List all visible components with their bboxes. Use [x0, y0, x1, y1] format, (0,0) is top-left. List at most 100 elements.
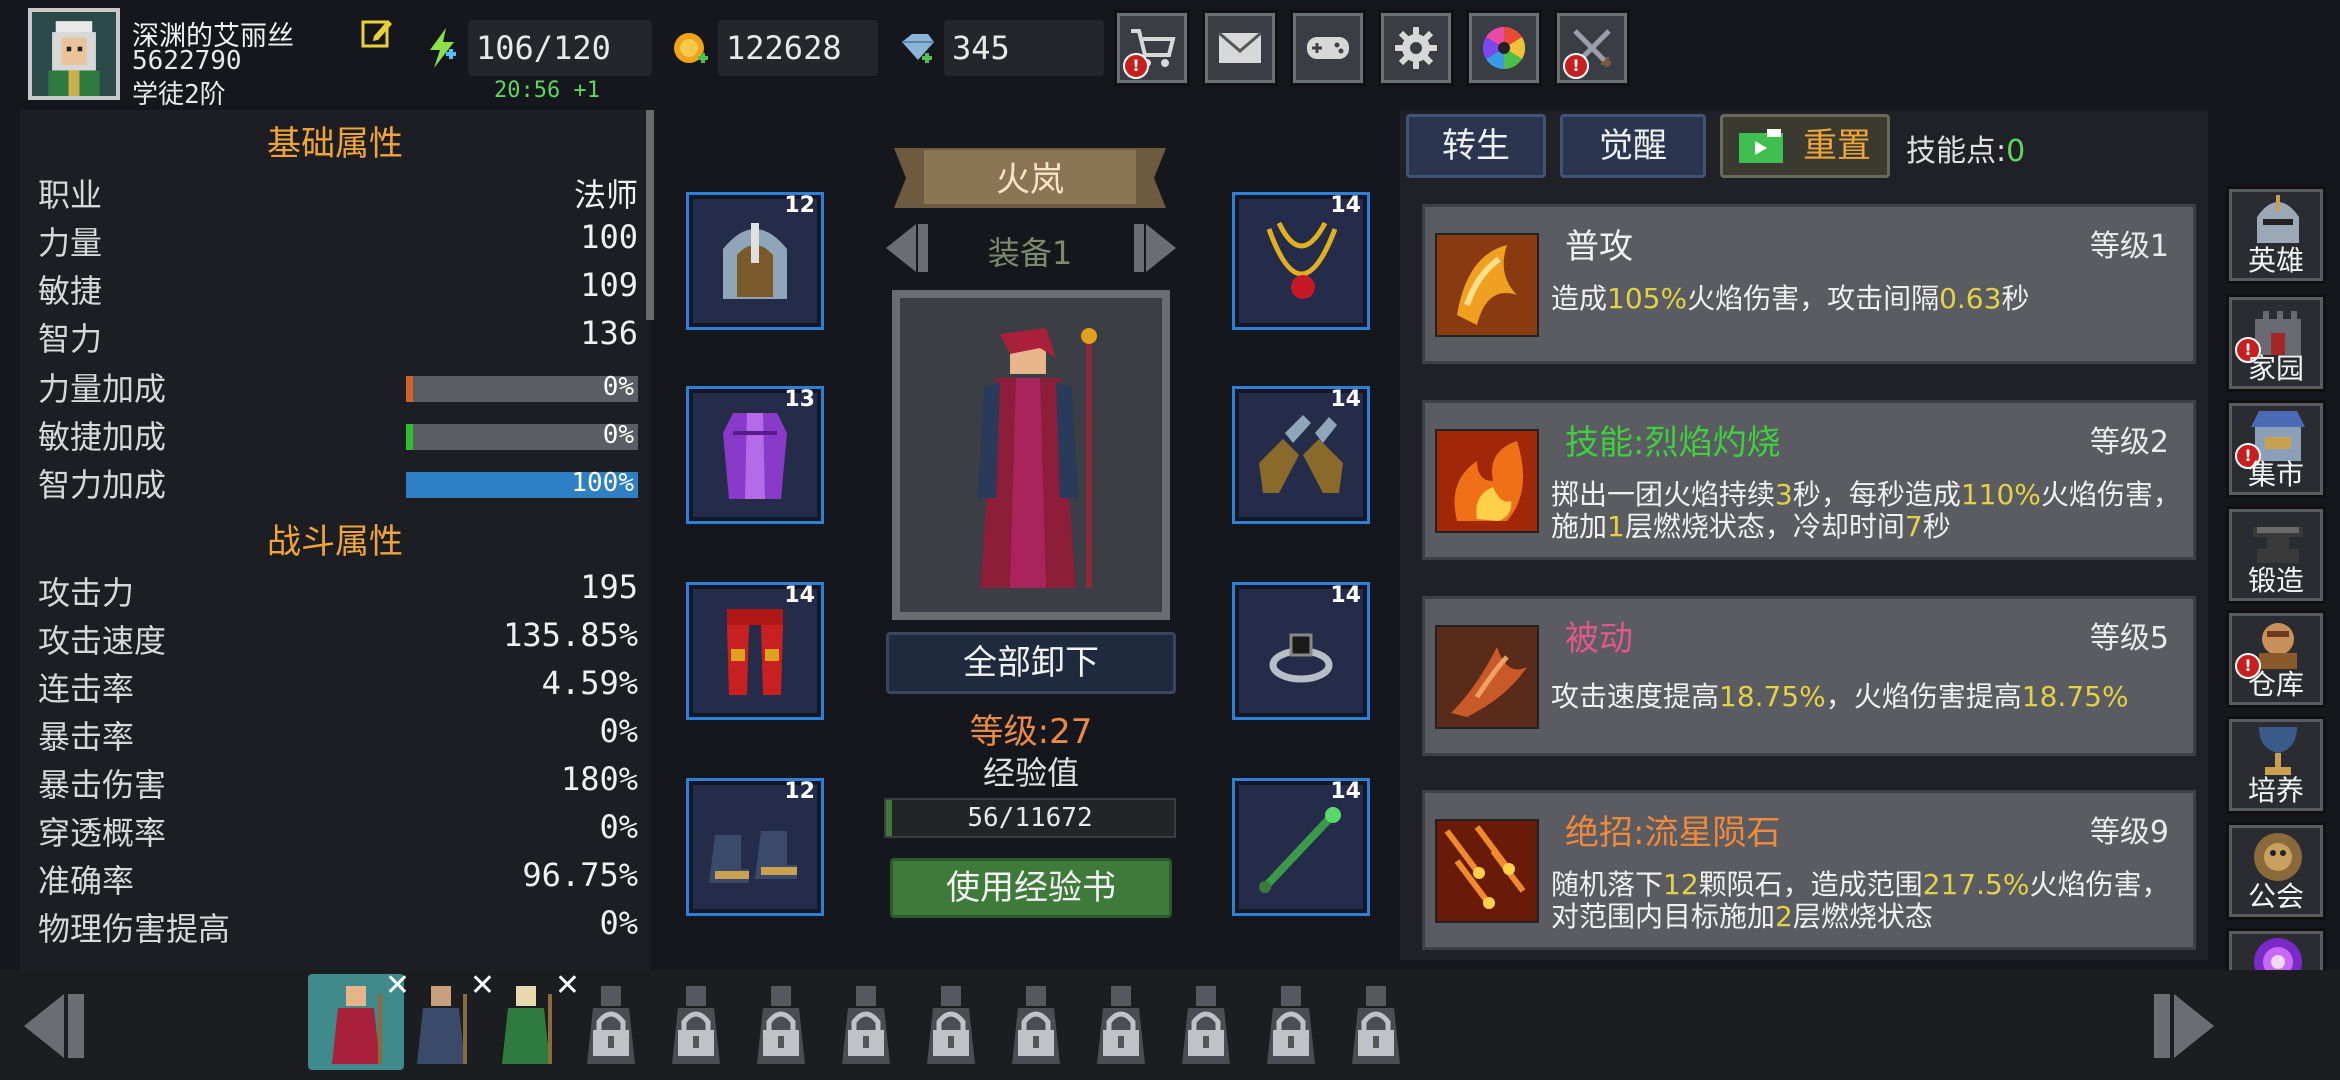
nav-guild[interactable]: 公会	[2226, 822, 2326, 920]
stats-panel[interactable]: 基础属性 职业 法师 力量 100 敏捷 109 智力 136 力量加成 0% 敏捷加成…	[20, 110, 650, 970]
settings-button[interactable]	[1378, 10, 1454, 86]
hero-slot-locked[interactable]	[818, 974, 914, 1070]
hero-slot-locked[interactable]	[1073, 974, 1169, 1070]
gamepad-icon	[1307, 37, 1349, 59]
hero-slot-locked[interactable]	[1243, 974, 1339, 1070]
tab-rebirth[interactable]: 转生	[1406, 114, 1546, 178]
strength-bonus-bar: 0%	[406, 372, 638, 402]
hero-slot-locked[interactable]	[1158, 974, 1254, 1070]
basic-attributes-heading: 基础属性	[267, 124, 403, 164]
equipment-set-label: 装备1	[987, 234, 1073, 272]
hero-slot-locked[interactable]	[648, 974, 744, 1070]
nav-home[interactable]: ! 家园	[2226, 294, 2326, 392]
hero-slot-locked[interactable]	[988, 974, 1084, 1070]
gems-value: 345	[944, 20, 1104, 76]
phoenix-icon	[1435, 233, 1539, 337]
stat-row: 职业 法师	[38, 176, 638, 214]
equip-slot-gloves[interactable]: 14	[1232, 386, 1370, 524]
lock-icon	[593, 1011, 629, 1056]
equip-slot-leggings[interactable]: 14	[686, 582, 824, 720]
stamina-value: 106/120	[468, 20, 652, 76]
roster-prev-arrow-icon[interactable]	[20, 990, 108, 1062]
equip-slot-ring[interactable]: 14	[1232, 582, 1370, 720]
lock-icon	[848, 1011, 884, 1056]
lock-icon	[1273, 1011, 1309, 1056]
hero-slot-locked[interactable]	[1328, 974, 1424, 1070]
stamina-regen-timer: 20:56 +1	[494, 78, 600, 103]
gear-icon	[1395, 27, 1437, 69]
robe-icon	[723, 413, 787, 499]
mail-button[interactable]	[1202, 10, 1278, 86]
hero-name: 火岚	[996, 160, 1064, 200]
agility-bonus-bar: 0%	[406, 420, 638, 450]
shop-button[interactable]: !	[1114, 10, 1190, 86]
hero-portrait	[892, 290, 1170, 620]
lock-icon	[1103, 1011, 1139, 1056]
color-wheel-icon	[1482, 26, 1526, 70]
mage-portrait-icon	[32, 12, 116, 96]
hero-slot-locked[interactable]	[563, 974, 659, 1070]
mail-icon	[1218, 31, 1262, 63]
stamina-lightning-icon	[424, 28, 460, 68]
lock-icon	[1188, 1011, 1224, 1056]
equip-slot-boots[interactable]: 12	[686, 778, 824, 916]
tab-awaken[interactable]: 觉醒	[1560, 114, 1706, 178]
lock-icon	[1018, 1011, 1054, 1056]
fire-mage-sprite-icon	[900, 298, 1162, 612]
stat-row: 敏捷 109	[38, 266, 638, 310]
skill-card[interactable]: 技能:烈焰灼烧 等级2 掷出一团火焰持续3秒，每秒造成110%火焰伤害，施加1层…	[1422, 400, 2196, 560]
gem-icon	[900, 28, 936, 68]
gamepad-button[interactable]	[1290, 10, 1366, 86]
stat-row: 攻击速度 135.85%	[38, 616, 638, 660]
lock-icon	[763, 1011, 799, 1056]
staff-icon	[1259, 807, 1341, 893]
roster-next-arrow-icon[interactable]	[2130, 990, 2218, 1062]
hero-slot[interactable]: ✕	[393, 968, 495, 1070]
equip-slot-amulet[interactable]: 14	[1232, 192, 1370, 330]
nav-cultivate[interactable]: 培养	[2226, 716, 2326, 814]
skill-description: 随机落下12颗陨石，造成范围217.5%火焰伤害，对范围内目标施加2层燃烧状态	[1551, 868, 2170, 933]
hero-level: 等级:27	[969, 712, 1093, 752]
equip-slot-weapon[interactable]: 14	[1232, 778, 1370, 916]
skill-description: 掷出一团火焰持续3秒，每秒造成110%火焰伤害，施加1层燃烧状态，冷却时间7秒	[1551, 478, 2181, 543]
reset-skills-button[interactable]: 重置	[1720, 114, 1890, 178]
next-set-arrow-icon[interactable]	[1112, 218, 1182, 278]
nav-storage[interactable]: ! 仓库	[2226, 610, 2326, 708]
skill-card[interactable]: 绝招:流星陨石 等级9 随机落下12颗陨石，造成范围217.5%火焰伤害，对范围…	[1422, 790, 2196, 950]
hero-slot-locked[interactable]	[733, 974, 829, 1070]
color-wheel-button[interactable]	[1466, 10, 1542, 86]
flame-icon	[1435, 429, 1539, 533]
exp-label: 经验值	[982, 754, 1079, 792]
stat-bar-row: 力量加成 0%	[38, 364, 638, 410]
equip-slot-armor[interactable]: 13	[686, 386, 824, 524]
stat-row: 力量 100	[38, 218, 638, 262]
gloves-icon	[1259, 415, 1343, 493]
hero-slot-locked[interactable]	[903, 974, 999, 1070]
nav-hero[interactable]: 英雄	[2226, 186, 2326, 284]
ring-icon	[1269, 633, 1333, 683]
skill-card[interactable]: 普攻 等级1 造成105%火焰伤害，攻击间隔0.63秒	[1422, 204, 2196, 364]
edit-name-icon[interactable]	[360, 16, 394, 50]
stats-scrollbar[interactable]	[646, 110, 654, 320]
stat-row: 智力 136	[38, 314, 638, 358]
battle-button[interactable]: !	[1554, 10, 1630, 86]
stat-row: 准确率 96.75%	[38, 856, 638, 900]
fire-bird-icon	[1435, 625, 1539, 729]
player-rank: 学徒2阶	[132, 80, 226, 110]
nav-forge[interactable]: 锻造	[2226, 506, 2326, 604]
hero-slot[interactable]: ✕	[478, 968, 580, 1070]
player-avatar[interactable]	[28, 8, 120, 100]
use-exp-book-button[interactable]: 使用经验书	[890, 858, 1172, 918]
equip-slot-helmet[interactable]: 12	[686, 192, 824, 330]
nav-market[interactable]: ! 集市	[2226, 400, 2326, 498]
lock-icon	[1358, 1011, 1394, 1056]
unequip-all-button[interactable]: 全部卸下	[886, 632, 1176, 694]
stat-row: 穿透概率 0%	[38, 808, 638, 852]
skill-card[interactable]: 被动 等级5 攻击速度提高18.75%，火焰伤害提高18.75%	[1422, 596, 2196, 756]
boots-icon	[709, 831, 797, 883]
stat-bar-row: 智力加成 100%	[38, 460, 638, 506]
lock-icon	[933, 1011, 969, 1056]
hero-slot[interactable]: ✕	[308, 968, 410, 1070]
meteor-icon	[1435, 819, 1539, 923]
intelligence-bonus-bar: 100%	[406, 468, 638, 498]
